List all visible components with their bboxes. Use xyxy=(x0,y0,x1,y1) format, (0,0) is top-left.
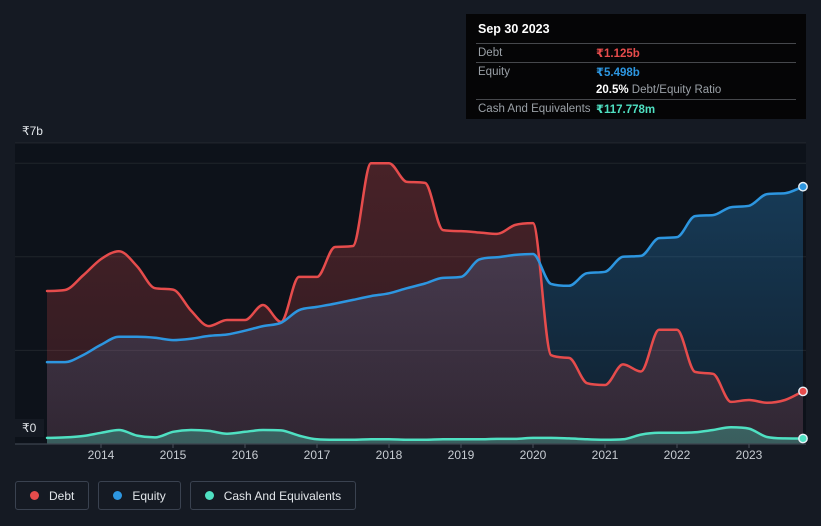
tooltip-debt-value: ₹1.125b xyxy=(596,48,640,60)
tooltip-debt-label: Debt xyxy=(478,47,503,59)
y-axis-min-label: ₹0 xyxy=(15,419,45,437)
tooltip-cash-label: Cash And Equivalents xyxy=(478,103,591,115)
cash-and-equivalents-end-marker[interactable] xyxy=(798,433,808,444)
tooltip-ratio-caption: Debt/Equity Ratio xyxy=(628,84,722,96)
legend-dot xyxy=(30,491,39,500)
tooltip-cash-value: ₹117.778m xyxy=(596,104,656,116)
equity-end-marker[interactable] xyxy=(798,181,808,192)
tooltip-debt-row: Debt ₹1.125b xyxy=(476,43,796,62)
x-axis-year-label: 2017 xyxy=(303,448,331,462)
tooltip-ratio-percent: 20.5% xyxy=(596,84,629,96)
x-axis-year-label: 2022 xyxy=(663,448,691,462)
legend-label: Debt xyxy=(49,488,75,503)
x-axis-year-label: 2015 xyxy=(159,448,187,462)
tooltip-date: Sep 30 2023 xyxy=(478,22,550,36)
x-axis-year-label: 2023 xyxy=(735,448,763,462)
tooltip-ratio-value: 20.5% Debt/Equity Ratio xyxy=(596,84,721,96)
tooltip-equity-row: Equity ₹5.498b xyxy=(476,62,796,81)
debt-equity-history-chart: ₹7b ₹0 2014 2015 2016 2017 2018 2019 2020 2021 2… xyxy=(0,0,821,526)
legend-label: Cash And Equivalents xyxy=(223,488,342,503)
legend-label: Equity xyxy=(132,488,166,503)
legend-dot xyxy=(113,491,123,500)
legend-button-cash-and-equivalents[interactable]: Cash And Equivalents xyxy=(189,481,357,510)
x-axis-year-label: 2014 xyxy=(87,448,115,462)
x-axis-year-label: 2016 xyxy=(231,448,259,462)
chart-legend: Debt Equity Cash And Equivalents xyxy=(15,481,357,510)
x-axis-year-label: 2019 xyxy=(447,448,475,462)
chart-tooltip: Sep 30 2023 Debt ₹1.125b Equity ₹5.498b … xyxy=(466,14,806,119)
debt-end-marker[interactable] xyxy=(798,386,808,397)
y-axis-max-label: ₹7b xyxy=(22,124,43,138)
tooltip-equity-value: ₹5.498b xyxy=(596,67,640,79)
legend-dot xyxy=(204,491,214,500)
tooltip-cash-row: Cash And Equivalents ₹117.778m xyxy=(476,99,796,118)
tooltip-ratio-row: 20.5% Debt/Equity Ratio xyxy=(476,81,796,99)
legend-button-debt[interactable]: Debt xyxy=(15,481,90,510)
legend-button-equity[interactable]: Equity xyxy=(98,481,181,510)
tooltip-equity-label: Equity xyxy=(478,66,510,78)
x-axis-year-label: 2018 xyxy=(375,448,403,462)
x-axis-year-label: 2020 xyxy=(519,448,547,462)
x-axis-year-label: 2021 xyxy=(591,448,619,462)
